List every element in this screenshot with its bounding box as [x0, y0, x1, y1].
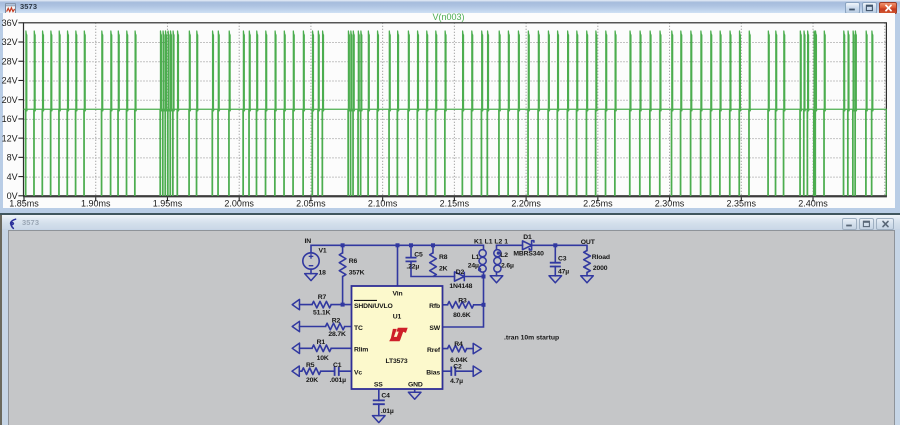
schematic-close-button[interactable]	[876, 218, 894, 230]
x-axis-label: 2.35ms	[727, 199, 757, 209]
c1-value: .001µ	[330, 377, 347, 384]
r7-value: 51.1K	[313, 310, 331, 317]
pin-rref: Rref	[427, 347, 441, 354]
c4-value: .01µ	[381, 408, 394, 415]
x-axis-label: 2.10ms	[368, 199, 398, 209]
rload-ref: Rload	[592, 254, 610, 261]
x-axis-label: 2.00ms	[224, 199, 254, 209]
plot-axis-labels: 1.85ms1.90ms1.95ms2.00ms2.05ms2.10ms2.15…	[2, 18, 829, 209]
r5-ref: R5	[306, 362, 315, 369]
c1-ref: C1	[333, 362, 342, 369]
waveform-plot-pane[interactable]: 1.85ms1.90ms1.95ms2.00ms2.05ms2.10ms2.15…	[3, 13, 895, 208]
trace-legend[interactable]: V(n003)	[432, 12, 464, 22]
pin-rfb: Rfb	[429, 303, 440, 310]
c3-ref: C3	[558, 255, 567, 262]
schematic-drawing: IN OUT K1 L1 L2 1 V1 18 R6 357K C5 .22µ R8 2K D2 1N4…	[8, 230, 895, 425]
r5-value: 20K	[306, 377, 318, 384]
x-axis-label: 2.40ms	[798, 199, 828, 209]
v1-ref: V1	[319, 247, 327, 254]
pin-ss: SS	[374, 382, 383, 389]
x-axis-label: 1.95ms	[153, 199, 183, 209]
ic-part: LT3573	[385, 358, 407, 365]
schematic-titlebar[interactable]: 3573	[2, 215, 900, 229]
c5-ref: C5	[414, 251, 423, 258]
net-label-out: OUT	[581, 239, 596, 246]
phase-dots	[478, 251, 500, 271]
r6-ref: R6	[349, 258, 358, 265]
schematic-window: 3573 IN OUT K1 L1 L2 1 V1 18 R6 357K C5 .22µ R8 2K…	[2, 215, 900, 425]
y-axis-label: 28V	[2, 56, 18, 66]
l2-value: 2.6µ	[501, 262, 514, 269]
x-axis-label: 2.15ms	[440, 199, 470, 209]
schematic-window-title: 3573	[22, 218, 39, 227]
r1-ref: R1	[317, 339, 326, 346]
l1-value: 24µ	[468, 262, 479, 269]
pin-vc: Vc	[354, 370, 362, 377]
waveform-plot: 1.85ms1.90ms1.95ms2.00ms2.05ms2.10ms2.15…	[0, 0, 900, 213]
x-axis-label: 1.90ms	[81, 199, 111, 209]
pin-sw: SW	[429, 325, 440, 332]
r2-ref: R2	[332, 317, 341, 324]
r8-value: 2K	[439, 265, 448, 272]
pin-shdn: SHDN/UVLO	[354, 303, 393, 310]
c2-value: 4.7µ	[450, 378, 463, 385]
y-axis-label: 4V	[7, 172, 18, 182]
ltspice-application: 3573 1.85ms1.90ms1.95ms2.00ms2.05ms2.10m…	[0, 0, 900, 425]
c4-ref: C4	[381, 392, 390, 399]
d1-value: MBRS340	[513, 251, 544, 258]
x-axis-label: 2.30ms	[655, 199, 685, 209]
d1-ref: D1	[523, 234, 532, 241]
y-axis-label: 36V	[2, 18, 18, 28]
schematic-window-icon	[7, 217, 18, 228]
pin-bias: Bias	[426, 370, 440, 377]
y-axis-label: 16V	[2, 114, 18, 124]
y-axis-label: 24V	[2, 76, 18, 86]
r6-value: 357K	[349, 269, 365, 276]
c2-ref: C2	[453, 363, 462, 370]
l2-ref: L2	[500, 252, 508, 259]
d2-ref: D2	[456, 269, 465, 276]
v1-value: 18	[319, 269, 327, 276]
net-label-in: IN	[305, 238, 312, 245]
c3-value: 47µ	[558, 268, 569, 275]
pin-tc: TC	[354, 325, 363, 332]
pin-gnd: GND	[408, 382, 423, 389]
c5-value: .22µ	[406, 263, 419, 270]
r4-ref: R4	[454, 341, 463, 348]
pin-rlim: Rlim	[354, 347, 368, 354]
x-axis-label: 2.05ms	[296, 199, 326, 209]
r3-ref: R3	[458, 297, 467, 304]
schematic-labels: IN OUT K1 L1 L2 1 V1 18 R6 357K C5 .22µ R8 2K D2 1N4…	[305, 234, 610, 415]
waveform-window: 3573 1.85ms1.90ms1.95ms2.00ms2.05ms2.10m…	[0, 0, 900, 215]
r3-value: 80.6K	[453, 312, 471, 319]
x-axis-label: 2.25ms	[583, 199, 613, 209]
schematic-minimize-button[interactable]	[842, 218, 857, 230]
schematic-maximize-button[interactable]	[859, 218, 874, 230]
r7-ref: R7	[318, 294, 327, 301]
plot-ticks	[18, 23, 813, 202]
y-axis-label: 12V	[2, 133, 18, 143]
y-axis-label: 0V	[7, 191, 18, 201]
r2-value: 28.7K	[328, 331, 346, 338]
rload-value: 2000	[593, 265, 608, 272]
pin-vin: Vin	[392, 290, 402, 297]
ic-ref: U1	[393, 314, 402, 321]
x-axis-label: 2.20ms	[511, 199, 541, 209]
schematic-canvas[interactable]: IN OUT K1 L1 L2 1 V1 18 R6 357K C5 .22µ R8 2K D2 1N4…	[8, 230, 895, 425]
r8-ref: R8	[439, 254, 448, 261]
l1-ref: L1	[472, 254, 480, 261]
r1-value: 10K	[317, 355, 329, 362]
sim-directive: .tran 10m startup	[504, 334, 559, 341]
y-axis-label: 32V	[2, 37, 18, 47]
y-axis-label: 8V	[7, 153, 18, 163]
coupling-directive: K1 L1 L2 1	[474, 238, 508, 245]
y-axis-label: 20V	[2, 95, 18, 105]
d2-value: 1N4148	[449, 283, 472, 290]
